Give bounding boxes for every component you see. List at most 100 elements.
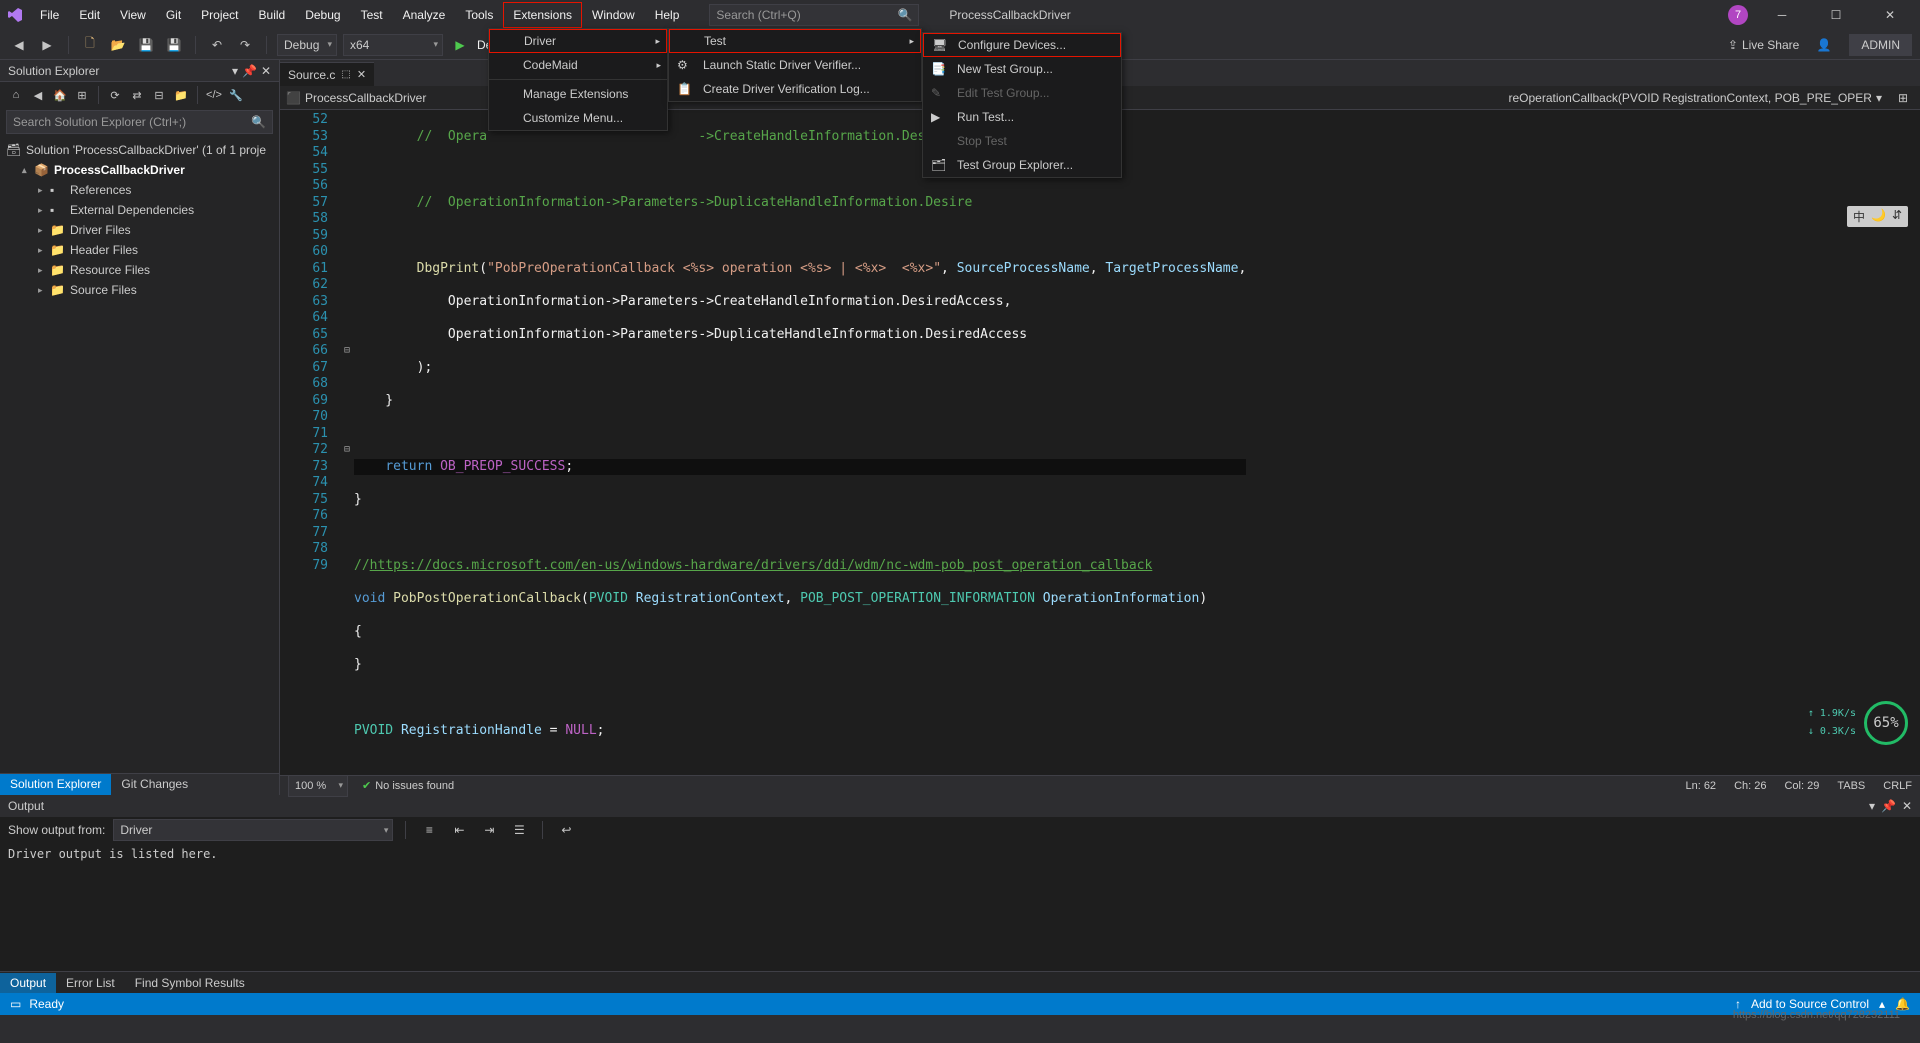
menu-file[interactable]: File (30, 2, 69, 28)
save-all-icon[interactable]: 💾 (163, 34, 185, 56)
status-bar: ▭ Ready ↑ Add to Source Control ▴ 🔔 (0, 993, 1920, 1015)
split-icon[interactable]: ⊞ (1892, 87, 1914, 109)
close-panel-icon[interactable]: ✕ (261, 64, 271, 78)
menu-tools[interactable]: Tools (455, 2, 503, 28)
config-combo[interactable]: Debug (277, 34, 337, 56)
nav-function[interactable]: reOperationCallback(PVOID RegistrationCo… (1508, 91, 1882, 105)
resource-files-node[interactable]: ▸📁Resource Files (0, 260, 279, 280)
solution-tree: 🗃Solution 'ProcessCallbackDriver' (1 of … (0, 136, 279, 773)
nav-fwd-icon[interactable]: ▶ (36, 34, 58, 56)
feedback-icon[interactable]: 👤 (1813, 34, 1835, 56)
clear-icon[interactable]: ☰ (508, 819, 530, 841)
menu-edit[interactable]: Edit (69, 2, 110, 28)
titlebar: File Edit View Git Project Build Debug T… (0, 0, 1920, 30)
solution-explorer-panel: Solution Explorer ▾ 📌 ✕ ⌂ ◀ 🏠 ⊞ ⟳ ⇄ ⊟ 📁 </… (0, 60, 280, 795)
menu-build[interactable]: Build (249, 2, 296, 28)
output-source-combo[interactable]: Driver (113, 819, 393, 841)
ext-customize-item[interactable]: Customize Menu... (489, 106, 667, 130)
zoom-combo[interactable]: 100 % (288, 775, 348, 797)
test-explorer-item[interactable]: 🗂Test Group Explorer... (923, 153, 1121, 177)
code-icon[interactable]: </> (204, 85, 224, 105)
sync-icon[interactable]: ⇄ (127, 85, 147, 105)
menu-window[interactable]: Window (582, 2, 645, 28)
search-icon: 🔍 (251, 115, 266, 129)
refresh-icon[interactable]: ⟳ (105, 85, 125, 105)
home2-icon[interactable]: 🏠 (50, 85, 70, 105)
ext-driver-item[interactable]: Driver▸ (489, 29, 667, 53)
properties-icon[interactable]: 🔧 (226, 85, 246, 105)
menu-project[interactable]: Project (191, 2, 248, 28)
maximize-button[interactable]: ☐ (1816, 0, 1856, 30)
back-icon[interactable]: ◀ (28, 85, 48, 105)
output-text[interactable]: Driver output is listed here. (0, 843, 1920, 971)
pin-icon[interactable]: 📌 (242, 64, 257, 78)
menu-git[interactable]: Git (156, 2, 191, 28)
show-all-icon[interactable]: 📁 (171, 85, 191, 105)
switch-views-icon[interactable]: ⊞ (72, 85, 92, 105)
test-newgroup-item[interactable]: 📑New Test Group... (923, 57, 1121, 81)
close-button[interactable]: ✕ (1870, 0, 1910, 30)
dropdown-icon[interactable]: ▾ (232, 64, 238, 78)
undo-icon[interactable]: ↶ (206, 34, 228, 56)
source-files-node[interactable]: ▸📁Source Files (0, 280, 279, 300)
verifier-icon: ⚙ (677, 58, 695, 72)
references-node[interactable]: ▸▪References (0, 180, 279, 200)
error-list-tab[interactable]: Error List (56, 973, 125, 993)
open-icon[interactable]: 📂 (107, 34, 129, 56)
test-stop-item: Stop Test (923, 129, 1121, 153)
driver-test-item[interactable]: Test▸ (669, 29, 921, 53)
driver-create-item[interactable]: 📋Create Driver Verification Log... (669, 77, 921, 101)
prev-icon[interactable]: ⇤ (448, 819, 470, 841)
start-debug-icon[interactable]: ▶ (449, 34, 471, 56)
test-run-item[interactable]: ▶Run Test... (923, 105, 1121, 129)
git-changes-tab[interactable]: Git Changes (111, 774, 198, 795)
line-indicator: Ln: 62 (1685, 780, 1716, 792)
driver-launch-item[interactable]: ⚙Launch Static Driver Verifier... (669, 53, 921, 77)
test-editgroup-item: ✎Edit Test Group... (923, 81, 1121, 105)
nav-project[interactable]: ⬛ProcessCallbackDriver (286, 91, 426, 105)
next-icon[interactable]: ⇥ (478, 819, 500, 841)
minimize-button[interactable]: ─ (1762, 0, 1802, 30)
solution-search[interactable]: Search Solution Explorer (Ctrl+;) 🔍 (6, 110, 273, 134)
pin-icon[interactable]: 📌 (1881, 799, 1896, 813)
output-tab[interactable]: Output (0, 973, 56, 993)
wrap-icon[interactable]: ↩ (555, 819, 577, 841)
home-icon[interactable]: ⌂ (6, 85, 26, 105)
solution-tab[interactable]: Solution Explorer (0, 774, 111, 795)
menu-debug[interactable]: Debug (295, 2, 350, 28)
menu-view[interactable]: View (110, 2, 156, 28)
live-share-button[interactable]: ⇪ Live Share (1728, 38, 1799, 52)
new-project-icon[interactable]: 🗋 (79, 34, 101, 56)
save-icon[interactable]: 💾 (135, 34, 157, 56)
platform-combo[interactable]: x64 (343, 34, 443, 56)
dropdown-icon[interactable]: ▾ (1869, 799, 1875, 813)
project-node[interactable]: ▴📦ProcessCallbackDriver (0, 160, 279, 180)
external-deps-node[interactable]: ▸▪External Dependencies (0, 200, 279, 220)
close-tab-icon[interactable]: ✕ (357, 68, 366, 81)
nav-back-icon[interactable]: ◀ (8, 34, 30, 56)
close-output-icon[interactable]: ✕ (1902, 799, 1912, 813)
menu-help[interactable]: Help (645, 2, 690, 28)
header-files-node[interactable]: ▸📁Header Files (0, 240, 279, 260)
ext-codemaid-item[interactable]: CodeMaid▸ (489, 53, 667, 77)
folder-icon: 📁 (50, 223, 66, 237)
goto-icon[interactable]: ≡ (418, 819, 440, 841)
notifications-badge[interactable]: 7 (1728, 5, 1748, 25)
quick-search[interactable]: Search (Ctrl+Q) 🔍 (709, 4, 919, 26)
driver-files-node[interactable]: ▸📁Driver Files (0, 220, 279, 240)
project-icon: 📦 (34, 163, 50, 177)
pin-tab-icon[interactable]: ⬚ (341, 69, 350, 80)
redo-icon[interactable]: ↷ (234, 34, 256, 56)
collapse-icon[interactable]: ⊟ (149, 85, 169, 105)
find-symbol-tab[interactable]: Find Symbol Results (125, 973, 255, 993)
menu-test[interactable]: Test (351, 2, 393, 28)
solution-root[interactable]: 🗃Solution 'ProcessCallbackDriver' (1 of … (0, 140, 279, 160)
code-editor[interactable]: 5253545556575859606162636465666768697071… (280, 110, 1920, 775)
source-tab[interactable]: Source.c ⬚ ✕ (280, 62, 374, 86)
ext-manage-item[interactable]: Manage Extensions (489, 82, 667, 106)
test-configure-item[interactable]: 🖥Configure Devices... (923, 33, 1121, 57)
menu-analyze[interactable]: Analyze (393, 2, 456, 28)
check-icon: ✔ (362, 779, 371, 792)
cpp-icon: ⬛ (286, 91, 301, 105)
menu-extensions[interactable]: Extensions (503, 2, 582, 28)
